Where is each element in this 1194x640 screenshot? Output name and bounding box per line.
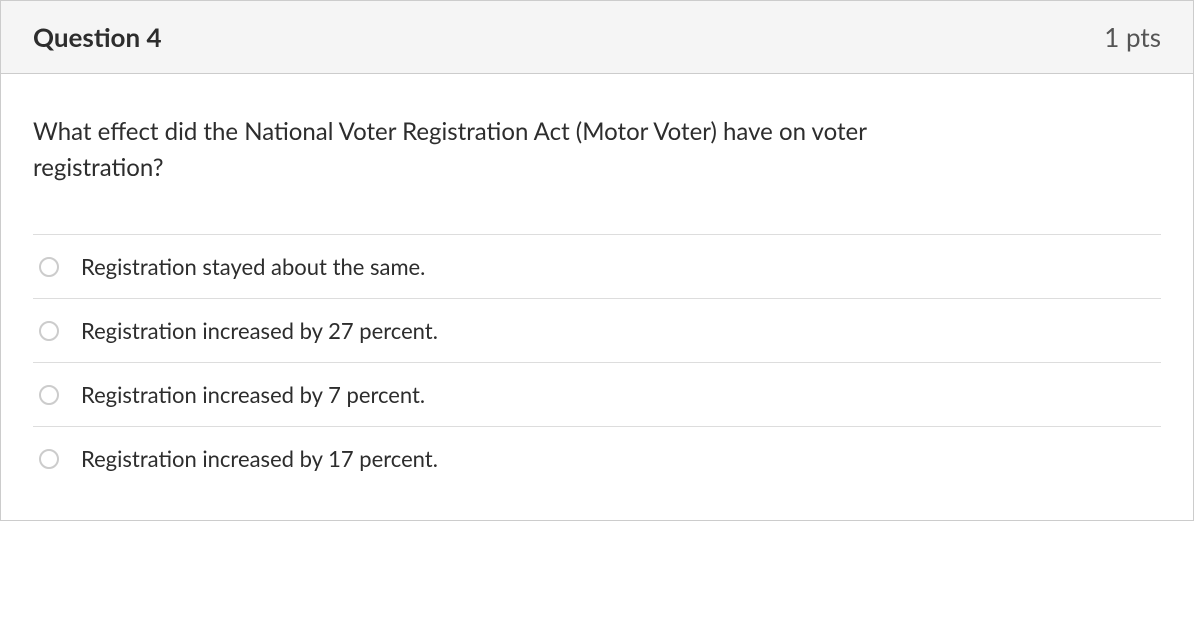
answer-label: Registration increased by 17 percent. (81, 445, 438, 472)
answer-option-1[interactable]: Registration increased by 27 percent. (33, 298, 1161, 362)
radio-icon (39, 385, 59, 405)
answer-label: Registration increased by 27 percent. (81, 317, 438, 344)
answer-label: Registration stayed about the same. (81, 253, 425, 280)
question-header: Question 4 1 pts (1, 1, 1193, 74)
question-body: What effect did the National Voter Regis… (1, 74, 1193, 520)
question-title: Question 4 (33, 21, 162, 53)
question-card: Question 4 1 pts What effect did the Nat… (0, 0, 1194, 521)
answer-option-3[interactable]: Registration increased by 17 percent. (33, 426, 1161, 490)
question-text: What effect did the National Voter Regis… (33, 114, 953, 186)
answers-list: Registration stayed about the same. Regi… (33, 234, 1161, 490)
answer-label: Registration increased by 7 percent. (81, 381, 425, 408)
radio-icon (39, 449, 59, 469)
radio-icon (39, 321, 59, 341)
question-points: 1 pts (1104, 21, 1161, 53)
radio-icon (39, 257, 59, 277)
answer-option-0[interactable]: Registration stayed about the same. (33, 234, 1161, 298)
answer-option-2[interactable]: Registration increased by 7 percent. (33, 362, 1161, 426)
